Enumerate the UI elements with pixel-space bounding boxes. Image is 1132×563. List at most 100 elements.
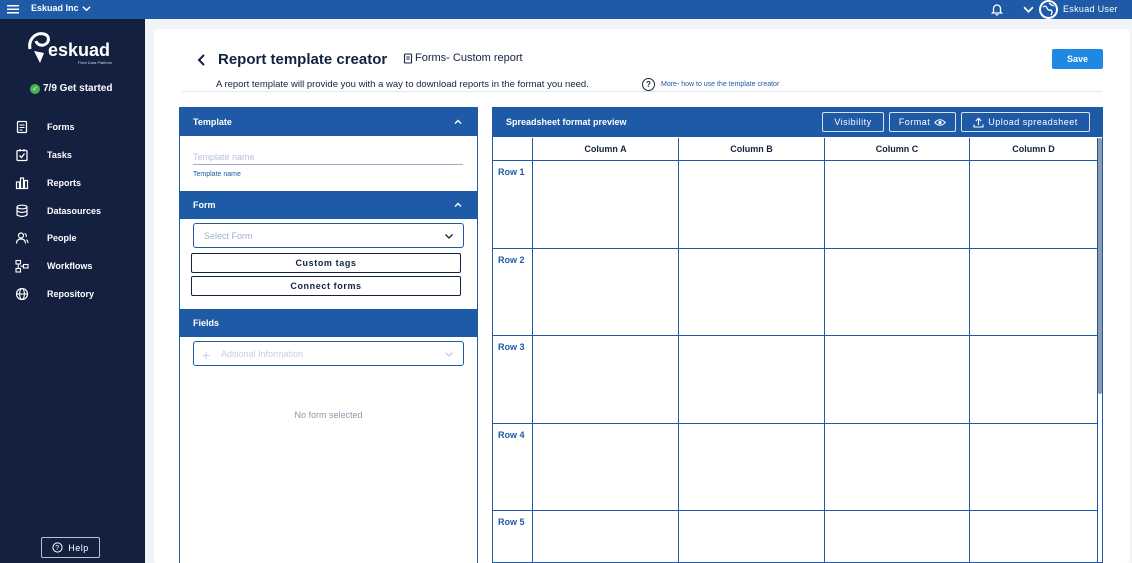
grid-cell[interactable] [825,161,970,249]
connect-forms-button[interactable]: Connect forms [191,276,461,296]
question-circle-icon[interactable]: ? [642,78,655,91]
subtitle-text: Forms- Custom report [415,52,523,64]
sidebar-item-tasks[interactable]: Tasks [15,146,72,164]
sidebar-item-workflows[interactable]: Workflows [15,257,92,275]
page-title: Report template creator [218,51,388,68]
plus-icon: + [202,347,211,363]
chevron-up-icon [454,202,462,207]
template-name-label: Template name [193,171,241,178]
row-header-1[interactable]: Row 1 [493,161,533,249]
column-header-d[interactable]: Column D [970,138,1098,161]
main-content: Report template creator Forms- Custom re… [154,29,1130,563]
preview-title: Spreadsheet format preview [506,117,627,127]
user-name: Eskuad User [1063,4,1118,14]
custom-tags-button[interactable]: Custom tags [191,253,461,273]
preview-header: Spreadsheet format preview Visibility Fo… [493,108,1102,137]
grid-cell[interactable] [679,161,825,249]
sidebar-item-label: People [47,233,77,243]
check-circle-icon: ✓ [30,83,40,94]
grid-cell[interactable] [679,424,825,511]
chevron-up-icon [454,119,462,124]
grid-cell[interactable] [970,336,1098,424]
help-label: Help [68,542,89,553]
grid-cell[interactable] [533,161,679,249]
grid-cell[interactable] [970,161,1098,249]
datasources-icon [16,204,28,218]
visibility-button[interactable]: Visibility [822,112,884,132]
get-started-label: 7/9 Get started [43,83,113,94]
sidebar-item-repository[interactable]: Repository [15,285,94,303]
page-description: A report template will provide you with … [216,79,589,90]
svg-text:Field Data Platform: Field Data Platform [78,60,113,65]
visibility-label: Visibility [834,117,872,127]
avatar[interactable] [1039,0,1058,19]
row-header-5[interactable]: Row 5 [493,511,533,562]
sidebar-item-people[interactable]: People [15,229,77,247]
section-title: Form [193,200,216,210]
upload-label: Upload spreadsheet [988,117,1078,127]
empty-state-text: No form selected [294,410,363,420]
globe-avatar-icon [1041,2,1056,17]
grid-cell[interactable] [970,249,1098,336]
corner-cell [493,138,533,161]
user-menu-chevron-icon[interactable] [1023,4,1034,15]
template-config-panel: Template Template name Template name For… [179,107,478,563]
forms-icon [16,120,28,134]
format-button[interactable]: Format [889,112,956,132]
form-section-header[interactable]: Form [180,191,477,219]
upload-spreadsheet-button[interactable]: Upload spreadsheet [961,112,1090,132]
row-header-4[interactable]: Row 4 [493,424,533,511]
vertical-scrollbar[interactable] [1098,138,1102,394]
grid-cell[interactable] [825,249,970,336]
sidebar-item-forms[interactable]: Forms [15,118,75,136]
column-header-c[interactable]: Column C [825,138,970,161]
grid-cell[interactable] [825,424,970,511]
column-header-a[interactable]: Column A [533,138,679,161]
sidebar-item-label: Tasks [47,150,72,160]
select-form-dropdown[interactable]: Select Form [193,223,464,248]
grid-cell[interactable] [533,336,679,424]
column-header-b[interactable]: Column B [679,138,825,161]
template-section-header[interactable]: Template [180,108,477,136]
grid-cell[interactable] [679,249,825,336]
help-button[interactable]: ? Help [41,537,100,558]
grid-cell[interactable] [679,511,825,562]
row-header-2[interactable]: Row 2 [493,249,533,336]
grid-cell[interactable] [533,249,679,336]
svg-text:?: ? [56,545,60,552]
template-name-input[interactable]: Template name [193,152,463,165]
org-switcher[interactable]: Eskuad Inc [31,3,91,13]
people-icon [15,232,29,244]
sidebar-item-reports[interactable]: Reports [15,174,81,192]
get-started-link[interactable]: ✓ 7/9 Get started [30,83,112,94]
sidebar-item-label: Forms [47,122,75,132]
back-arrow-icon[interactable] [196,53,208,67]
section-title: Fields [193,318,220,328]
divider [182,91,1102,92]
save-button[interactable]: Save [1052,49,1103,69]
grid-cell[interactable] [533,511,679,562]
sidebar-item-label: Datasources [47,206,102,216]
sidebar: eskuad Field Data Platform ✓ 7/9 Get sta… [0,19,145,563]
grid-cell[interactable] [825,336,970,424]
grid-cell[interactable] [970,511,1098,562]
additional-information-dropdown[interactable]: + Aditional Information [193,341,464,366]
tasks-icon [16,149,28,162]
additional-information-placeholder: Aditional Information [221,348,304,359]
sidebar-item-datasources[interactable]: Datasources [15,202,101,220]
org-name: Eskuad Inc [31,3,79,13]
grid-cell[interactable] [970,424,1098,511]
eskuad-logo: eskuad Field Data Platform [26,29,116,67]
row-header-3[interactable]: Row 3 [493,336,533,424]
notification-bell-icon[interactable] [990,2,1004,16]
fields-section-header[interactable]: Fields [180,309,477,337]
format-label: Format [898,117,931,127]
help-link[interactable]: More- how to use the template creator [661,81,779,88]
grid-cell[interactable] [679,336,825,424]
eye-icon [934,118,947,126]
chevron-down-icon [445,234,453,239]
hamburger-menu-icon[interactable] [7,3,19,15]
grid-cell[interactable] [825,511,970,562]
section-title: Template [193,117,232,127]
grid-cell[interactable] [533,424,679,511]
